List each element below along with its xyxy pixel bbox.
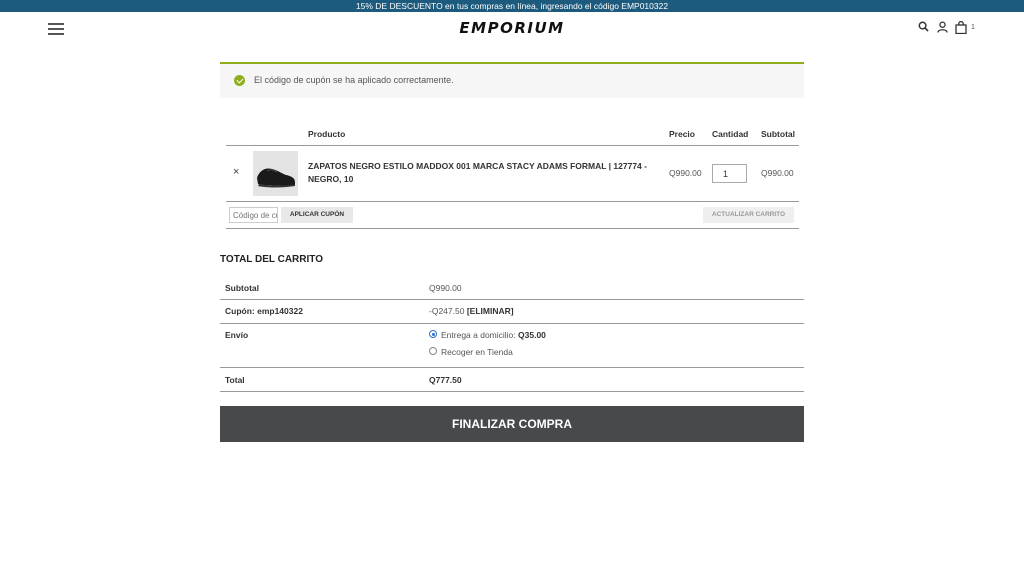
total-value: Q777.50	[429, 375, 462, 385]
update-cart-button[interactable]: ACTUALIZAR CARRITO	[703, 207, 794, 223]
shipping-label: Envío	[225, 330, 249, 340]
subtotal-label: Subtotal	[225, 283, 259, 293]
divider	[220, 323, 804, 324]
home-delivery-price: Q35.00	[518, 330, 546, 340]
cart-count-badge: 1	[971, 24, 975, 31]
divider	[226, 145, 799, 146]
divider	[226, 201, 799, 202]
coupon-label: Cupón: emp140322	[225, 306, 303, 316]
divider	[220, 391, 804, 392]
notice-message: El código de cupón se ha aplicado correc…	[254, 75, 454, 85]
divider	[220, 299, 804, 300]
subtotal-value: Q990.00	[429, 283, 462, 293]
product-name-link[interactable]: ZAPATOS NEGRO ESTILO MADDOX 001 MARCA ST…	[308, 160, 653, 186]
product-thumbnail[interactable]	[253, 151, 298, 196]
home-delivery-label[interactable]: Entrega a domicilio: Q35.00	[441, 330, 546, 340]
search-icon[interactable]	[918, 21, 929, 32]
store-pickup-label[interactable]: Recoger en Tienda	[441, 347, 513, 357]
home-delivery-text: Entrega a domicilio:	[441, 330, 519, 340]
divider	[226, 228, 799, 229]
coupon-discount-amount: -Q247.50	[429, 306, 465, 316]
coupon-discount-value: -Q247.50 [ELIMINAR]	[429, 306, 514, 316]
column-header-price: Precio	[669, 129, 695, 139]
remove-item-button[interactable]: ×	[233, 166, 239, 178]
column-header-quantity: Cantidad	[712, 129, 749, 139]
store-pickup-radio[interactable]	[429, 347, 437, 355]
item-subtotal: Q990.00	[761, 168, 794, 178]
site-logo[interactable]: EMPORIUM	[0, 19, 1024, 37]
site-header: EMPORIUM 1	[0, 12, 1024, 46]
check-circle-icon	[234, 75, 245, 86]
coupon-success-notice: El código de cupón se ha aplicado correc…	[220, 62, 804, 98]
column-header-subtotal: Subtotal	[761, 129, 795, 139]
divider	[220, 367, 804, 368]
item-price: Q990.00	[669, 168, 702, 178]
apply-coupon-button[interactable]: APLICAR CUPÓN	[281, 207, 353, 223]
shopping-bag-icon[interactable]	[955, 21, 967, 34]
checkout-button[interactable]: FINALIZAR COMPRA	[220, 406, 804, 442]
shoe-image	[253, 151, 298, 196]
remove-coupon-link[interactable]: [ELIMINAR]	[467, 306, 514, 316]
cart-totals-title: TOTAL DEL CARRITO	[220, 254, 323, 265]
user-icon[interactable]	[937, 21, 948, 33]
promo-banner: 15% DE DESCUENTO en tus compras en línea…	[0, 0, 1024, 12]
promo-text: 15% DE DESCUENTO en tus compras en línea…	[355, 1, 669, 11]
column-header-product: Producto	[308, 129, 346, 139]
total-label: Total	[225, 375, 245, 385]
quantity-input[interactable]	[712, 164, 747, 183]
coupon-code-input[interactable]	[229, 207, 278, 223]
home-delivery-radio[interactable]	[429, 330, 437, 338]
